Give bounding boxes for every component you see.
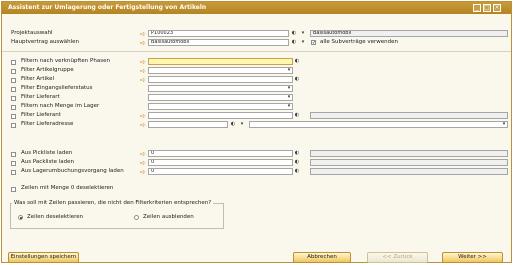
- filter-label-phases: Filtern nach verknüpften Phasen: [21, 58, 110, 64]
- picker-icon[interactable]: ◐: [291, 39, 297, 45]
- picker-icon[interactable]: ◐: [294, 168, 300, 174]
- filter-label-delivery-type: Filter Lieferart: [21, 94, 60, 100]
- picklist-description: [310, 150, 508, 157]
- link-arrow-icon[interactable]: ➪: [140, 169, 148, 176]
- chevron-down-icon[interactable]: ▾: [286, 94, 292, 100]
- picklist-checkbox[interactable]: [11, 152, 16, 157]
- link-arrow-icon[interactable]: ➪: [140, 151, 148, 158]
- filter-checkbox-delivery-address[interactable]: [11, 123, 16, 128]
- link-arrow-icon[interactable]: ➪: [140, 59, 148, 66]
- radio-hide[interactable]: [134, 215, 139, 220]
- link-arrow-icon[interactable]: ➪: [140, 68, 148, 75]
- link-arrow-icon[interactable]: ➪: [140, 160, 148, 167]
- filter-checkbox-supplier[interactable]: [11, 114, 16, 119]
- filter-label-delivery-address: Filter Lieferadresse: [21, 121, 74, 127]
- project-description: Basisautomobil: [310, 30, 508, 37]
- filter-label-stock-qty: Filtern nach Menge im Lager: [21, 103, 100, 109]
- filter-input-supplier[interactable]: [148, 112, 293, 119]
- filter-checkbox-receipt-status[interactable]: [11, 87, 16, 92]
- transfer-input[interactable]: 0: [148, 168, 293, 175]
- filter-checkbox-article[interactable]: [11, 78, 16, 83]
- zero-rows-label: Zeilen mit Menge 0 deselektieren: [21, 185, 114, 191]
- picker-icon[interactable]: ◐: [291, 30, 297, 36]
- all-subcontracts-label: alle Subverträge verwenden: [320, 39, 398, 45]
- close-button[interactable]: ×: [493, 4, 501, 12]
- filter-label-receipt-status: Filter Eingangslieferstatus: [21, 85, 93, 91]
- radio-deselect-label: Zeilen deselektieren: [27, 214, 84, 220]
- transfer-checkbox[interactable]: [11, 170, 16, 175]
- filter-input-phases[interactable]: [148, 58, 293, 65]
- divider: [2, 51, 511, 52]
- filter-select-delivery-address-detail[interactable]: [249, 121, 508, 128]
- link-arrow-icon[interactable]: ➪: [140, 122, 148, 129]
- chevron-down-icon[interactable]: ▾: [300, 39, 306, 45]
- packlist-input[interactable]: 0: [148, 159, 293, 166]
- main-contract-input[interactable]: Basisautomobil: [148, 39, 289, 46]
- picklist-label: Aus Pickliste laden: [21, 150, 73, 156]
- filter-input-delivery-address[interactable]: [148, 121, 228, 128]
- chevron-down-icon[interactable]: ▾: [286, 103, 292, 109]
- zero-rows-checkbox[interactable]: [11, 187, 16, 192]
- chevron-down-icon[interactable]: ▾: [286, 85, 292, 91]
- project-input[interactable]: P100023: [148, 30, 289, 37]
- picker-icon[interactable]: ◐: [294, 58, 300, 64]
- cancel-button[interactable]: Abbrechen: [293, 252, 351, 263]
- chevron-down-icon[interactable]: ▾: [501, 121, 507, 127]
- nonmatch-legend: Was soll mit Zeilen passieren, die nicht…: [12, 200, 214, 206]
- title-bar: Assistent zur Umlagerung oder Fertigstel…: [2, 2, 511, 14]
- next-button[interactable]: Weiter >>: [442, 252, 503, 263]
- packlist-description: [310, 159, 508, 166]
- filter-checkbox-delivery-type[interactable]: [11, 96, 16, 101]
- picker-icon[interactable]: ◐: [294, 150, 300, 156]
- radio-hide-label: Zeilen ausblenden: [143, 214, 194, 220]
- filter-select-article-group[interactable]: [148, 67, 293, 74]
- link-arrow-icon[interactable]: ➪: [140, 77, 148, 84]
- chevron-down-icon[interactable]: ▾: [286, 67, 292, 73]
- picklist-input[interactable]: 0: [148, 150, 293, 157]
- all-subcontracts-checkbox[interactable]: ✓: [311, 40, 316, 46]
- radio-deselect[interactable]: [18, 215, 23, 220]
- filter-label-article: Filter Artikel: [21, 76, 54, 82]
- filter-select-delivery-type[interactable]: [148, 94, 293, 101]
- maximize-button[interactable]: □: [483, 4, 491, 12]
- filter-select-receipt-status[interactable]: [148, 85, 293, 92]
- picker-icon[interactable]: ◐: [294, 76, 300, 82]
- back-button[interactable]: << Zurück: [367, 252, 428, 263]
- chevron-down-icon[interactable]: ▾: [239, 121, 245, 127]
- link-arrow-icon[interactable]: ➪: [140, 40, 148, 47]
- main-contract-label: Hauptvertrag auswählen: [11, 39, 80, 45]
- filter-input-article[interactable]: [148, 76, 293, 83]
- packlist-checkbox[interactable]: [11, 161, 16, 166]
- picker-icon[interactable]: ◐: [230, 121, 236, 127]
- save-settings-button[interactable]: Einstellungen speichern: [8, 252, 79, 263]
- window-title: Assistent zur Umlagerung oder Fertigstel…: [8, 4, 207, 11]
- link-arrow-icon[interactable]: ➪: [140, 113, 148, 120]
- packlist-label: Aus Packliste laden: [21, 159, 74, 165]
- filter-checkbox-article-group[interactable]: [11, 69, 16, 74]
- link-arrow-icon[interactable]: ➪: [140, 31, 148, 38]
- transfer-description: [310, 168, 508, 175]
- filter-label-article-group: Filter Artikelgruppe: [21, 67, 74, 73]
- filter-select-stock-qty[interactable]: [148, 103, 293, 110]
- picker-icon[interactable]: ◐: [294, 112, 300, 118]
- picker-icon[interactable]: ◐: [294, 159, 300, 165]
- minimize-button[interactable]: _: [473, 4, 481, 12]
- filter-checkbox-phases[interactable]: [11, 60, 16, 65]
- supplier-description: [310, 112, 508, 119]
- filter-label-supplier: Filter Lieferant: [21, 112, 61, 118]
- wizard-window: Assistent zur Umlagerung oder Fertigstel…: [1, 1, 512, 263]
- transfer-label: Aus Lagerumbuchungsvorgang laden: [21, 168, 124, 174]
- project-label: Projektauswahl: [11, 30, 53, 36]
- chevron-down-icon[interactable]: ▾: [300, 30, 306, 36]
- filter-checkbox-stock-qty[interactable]: [11, 105, 16, 110]
